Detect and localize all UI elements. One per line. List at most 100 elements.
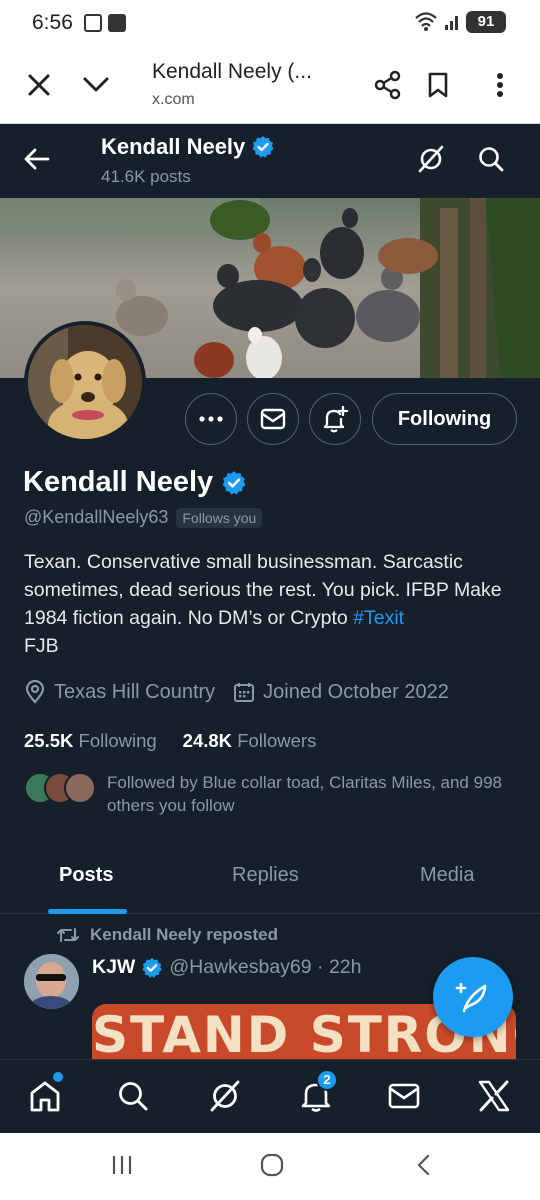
- x-logo-icon: [478, 1080, 510, 1112]
- profile-avatar[interactable]: [24, 321, 146, 443]
- home-icon: [30, 1081, 60, 1112]
- compose-button[interactable]: [433, 957, 513, 1037]
- nav-x-premium[interactable]: [474, 1076, 514, 1116]
- header-posts-count: 41.6K posts: [101, 167, 191, 186]
- browser-toolbar: Kendall Neely (... x.com: [0, 46, 540, 124]
- repost-text: Kendall Neely reposted: [90, 925, 279, 944]
- verified-icon: [142, 957, 162, 978]
- more-vert-icon: [497, 73, 503, 97]
- share-icon: [374, 70, 401, 100]
- post-header: KJW @Hawkesbay69 · 22h: [92, 956, 362, 979]
- bio-end: FJB: [24, 635, 59, 657]
- search-icon: [119, 1082, 148, 1111]
- wifi-icon: [415, 12, 437, 31]
- tab-media[interactable]: Media: [420, 864, 474, 887]
- location-text: Texas Hill Country: [54, 680, 216, 703]
- chevron-down-icon: [83, 77, 109, 92]
- notifications-subscribe-button[interactable]: [309, 393, 361, 445]
- location-item: Texas Hill Country: [24, 680, 215, 704]
- profile-top-nav: Kendall Neely 41.6K posts: [0, 124, 540, 198]
- grok-icon: [418, 145, 444, 173]
- profile-handle-row: @KendallNeely63 Follows you: [24, 507, 263, 528]
- back-button[interactable]: [22, 144, 54, 176]
- page-title: Kendall Neely (...: [152, 60, 312, 83]
- follow-counts: 25.5K Following 24.8K Followers: [24, 730, 316, 752]
- location-icon: [25, 680, 45, 704]
- close-icon: [28, 74, 50, 96]
- profile-name-row: Kendall Neely: [23, 466, 247, 499]
- bookmark-button[interactable]: [418, 65, 458, 105]
- back-arrow-icon: [24, 148, 50, 170]
- recents-icon: [112, 1156, 132, 1174]
- following-count-link[interactable]: 25.5K Following: [24, 730, 157, 752]
- following-count: 25.5K: [24, 730, 74, 751]
- home-unread-dot: [53, 1072, 63, 1082]
- expand-button[interactable]: [76, 65, 116, 105]
- calendar-icon: [234, 683, 255, 702]
- followers-count-link[interactable]: 24.8K Followers: [183, 730, 317, 752]
- post-author-avatar[interactable]: [24, 954, 79, 1009]
- check-box-icon: [108, 14, 126, 32]
- header-name-row: Kendall Neely: [101, 134, 275, 160]
- nav-grok[interactable]: [205, 1076, 245, 1116]
- bio-hashtag-link[interactable]: #Texit: [353, 607, 404, 629]
- followers-count: 24.8K: [182, 730, 233, 751]
- nav-search[interactable]: [113, 1076, 153, 1116]
- profile-meta: Texas Hill Country Joined October 2022: [24, 680, 467, 704]
- bottom-navigation: 2: [0, 1059, 540, 1133]
- profile-handle: @KendallNeely63: [24, 507, 169, 527]
- nav-messages[interactable]: [384, 1076, 424, 1116]
- compose-icon: [455, 982, 487, 1013]
- grok-button[interactable]: [416, 144, 448, 176]
- notification-count-badge: 2: [316, 1069, 338, 1091]
- repost-indicator[interactable]: Kendall Neely reposted: [56, 925, 278, 945]
- screenshot-icon: [84, 14, 102, 32]
- close-tab-button[interactable]: [19, 65, 59, 105]
- repost-icon: [57, 928, 79, 942]
- grok-icon: [210, 1080, 240, 1112]
- signal-icon: [445, 16, 458, 30]
- notification-add-icon: [323, 405, 349, 433]
- post-handle-time: @Hawkesbay69 · 22h: [169, 956, 362, 978]
- status-time: 6:56: [32, 11, 73, 34]
- profile-page: Kendall Neely 41.6K posts Following Kend…: [0, 124, 540, 1059]
- page-url[interactable]: x.com: [152, 91, 195, 109]
- share-button[interactable]: [368, 65, 408, 105]
- profile-search-button[interactable]: [476, 144, 508, 176]
- search-icon: [479, 147, 504, 172]
- header-name: Kendall Neely: [101, 134, 246, 159]
- avatar-image: [28, 325, 142, 439]
- mail-icon: [388, 1083, 420, 1109]
- profile-name: Kendall Neely: [23, 466, 214, 498]
- avatar: [64, 772, 96, 804]
- verified-icon: [252, 136, 274, 158]
- chevron-left-icon: [417, 1154, 430, 1176]
- following-button[interactable]: Following: [372, 393, 517, 445]
- system-navigation-bar: [0, 1133, 540, 1200]
- nav-home[interactable]: [25, 1076, 65, 1116]
- followed-by-avatars[interactable]: [24, 772, 96, 804]
- tab-replies[interactable]: Replies: [232, 864, 299, 887]
- tab-posts[interactable]: Posts: [59, 864, 113, 887]
- joined-text: Joined October 2022: [263, 680, 449, 703]
- recents-button[interactable]: [110, 1153, 134, 1182]
- profile-bio: Texan. Conservative small businessman. S…: [24, 548, 524, 660]
- home-system-button[interactable]: [260, 1153, 284, 1182]
- verified-icon: [222, 470, 246, 495]
- more-options-button[interactable]: [185, 393, 237, 445]
- home-circle-icon: [260, 1153, 284, 1177]
- battery-indicator: 91: [466, 11, 506, 33]
- status-bar: 6:56 91: [0, 0, 540, 46]
- bookmark-icon: [428, 72, 448, 98]
- followers-label: Followers: [237, 730, 317, 751]
- message-button[interactable]: [247, 393, 299, 445]
- following-label: Following: [78, 730, 157, 751]
- browser-menu-button[interactable]: [480, 65, 520, 105]
- joined-item: Joined October 2022: [233, 681, 449, 704]
- profile-tabs: Posts Replies Media: [0, 849, 540, 914]
- back-system-button[interactable]: [412, 1153, 436, 1182]
- followed-by-text[interactable]: Followed by Blue collar toad, Claritas M…: [107, 771, 527, 817]
- post-author-name[interactable]: KJW: [92, 956, 135, 979]
- follows-you-badge: Follows you: [176, 507, 263, 528]
- avatar-image: [24, 954, 79, 1009]
